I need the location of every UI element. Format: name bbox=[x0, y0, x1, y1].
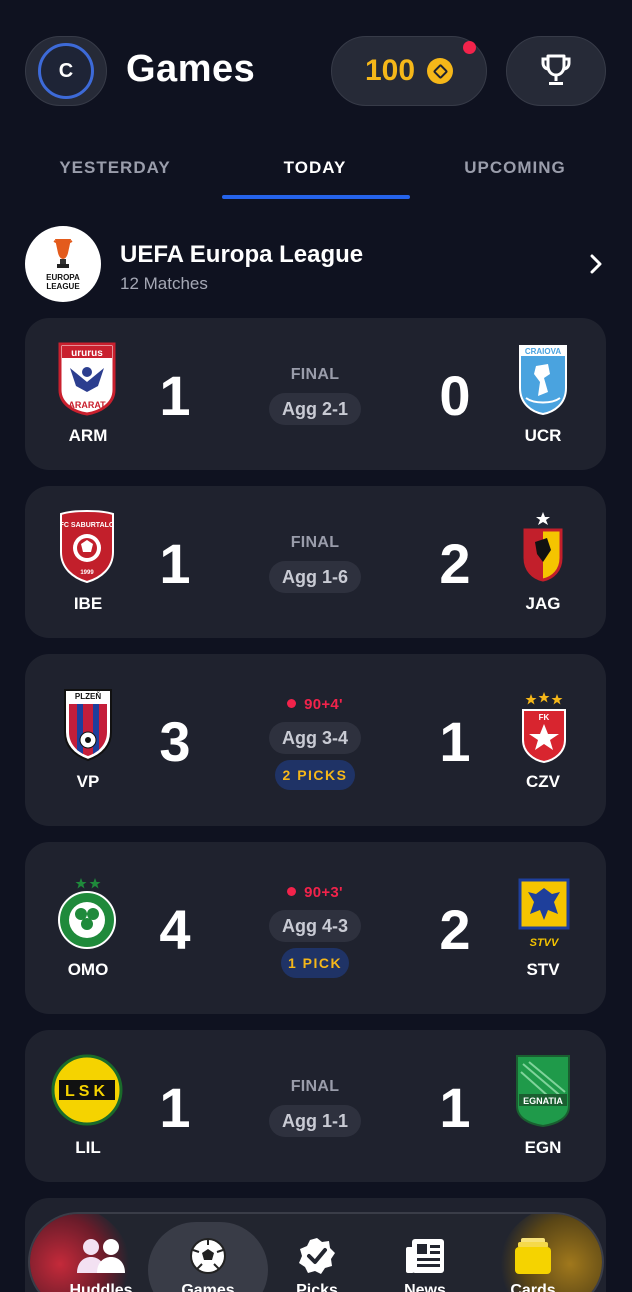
viktoria-plzen-crest-icon: PLZEŇ bbox=[64, 689, 112, 762]
away-team-abbr: JAG bbox=[525, 594, 561, 613]
home-score: 1 bbox=[159, 364, 191, 427]
aggregate-score: Agg 3-4 bbox=[269, 722, 361, 754]
ararat-crest-icon: ururus ARARAT bbox=[58, 342, 116, 416]
league-header[interactable]: EUROPA LEAGUE UEFA Europa League 12 Matc… bbox=[0, 224, 632, 306]
chevron-right-icon[interactable] bbox=[589, 254, 603, 274]
home-team-abbr: LIL bbox=[75, 1138, 101, 1157]
home-team-abbr: OMO bbox=[67, 960, 109, 979]
nav-item-huddles[interactable]: Huddles bbox=[46, 1214, 156, 1292]
tab-upcoming[interactable]: UPCOMING bbox=[420, 158, 610, 178]
match-card[interactable]: PLZEŇ VP 3 90+4' Agg 3-4 2 PICKS 1 FK CZ… bbox=[25, 654, 606, 826]
match-status: FINAL bbox=[290, 534, 340, 551]
bottom-navigation: Huddles Games Picks News Cards bbox=[28, 1212, 604, 1292]
crest-text: ururus bbox=[71, 348, 103, 359]
notification-dot bbox=[463, 41, 476, 54]
home-team-abbr: ARM bbox=[68, 426, 108, 445]
picks-badge[interactable]: 2 PICKS bbox=[275, 760, 355, 790]
match-status: FINAL bbox=[290, 1078, 340, 1095]
league-match-count: 12 Matches bbox=[120, 274, 208, 293]
aggregate-score: Agg 1-1 bbox=[269, 1105, 361, 1137]
match-card[interactable]: OMO 4 90+3' Agg 4-3 1 PICK 2 STVV STV bbox=[25, 842, 606, 1014]
europa-trophy-icon bbox=[53, 239, 73, 268]
away-team-abbr: CZV bbox=[526, 772, 560, 791]
saburtalo-crest-icon: FC SABURTALO 1999 bbox=[60, 510, 115, 584]
lillestrom-crest-icon: LSK bbox=[51, 1054, 123, 1126]
coin-icon bbox=[427, 58, 454, 84]
crest-text: ARARAT bbox=[68, 400, 106, 410]
nav-item-picks[interactable]: Picks bbox=[262, 1214, 372, 1292]
away-score: 0 bbox=[439, 364, 471, 427]
crest-text: PLZEŇ bbox=[75, 692, 101, 701]
day-tabs: YESTERDAY TODAY UPCOMING bbox=[0, 152, 632, 202]
picks-badge[interactable]: 1 PICK bbox=[281, 948, 349, 978]
nav-label: Cards bbox=[510, 1282, 556, 1292]
trophy-icon bbox=[541, 54, 571, 85]
match-card[interactable]: FC SABURTALO 1999 IBE 1 FINAL Agg 1-6 2 … bbox=[25, 486, 606, 638]
away-team-abbr: STV bbox=[526, 960, 560, 979]
avatar: C bbox=[38, 43, 94, 99]
league-logo-text: EUROPA LEAGUE bbox=[46, 273, 80, 291]
aggregate-score: Agg 4-3 bbox=[269, 910, 361, 942]
league-name: UEFA Europa League bbox=[120, 241, 364, 268]
aggregate-score: Agg 1-6 bbox=[269, 561, 361, 593]
egnatia-crest-icon: EGNATIA bbox=[516, 1055, 570, 1128]
match-status-live: 90+3' bbox=[265, 884, 365, 901]
nav-label: News bbox=[404, 1282, 446, 1292]
check-badge-icon bbox=[299, 1238, 335, 1274]
match-card[interactable]: LSK LIL 1 FINAL Agg 1-1 1 EGNATIA EGN bbox=[25, 1030, 606, 1182]
crest-text: STVV bbox=[530, 937, 560, 949]
home-team-abbr: VP bbox=[76, 772, 100, 791]
profile-button[interactable]: C bbox=[25, 36, 107, 106]
home-team-abbr: IBE bbox=[73, 594, 103, 613]
away-score: 1 bbox=[439, 710, 471, 773]
nav-label: Games bbox=[181, 1282, 235, 1292]
tab-yesterday[interactable]: YESTERDAY bbox=[20, 158, 210, 178]
active-tab-indicator bbox=[222, 195, 410, 199]
league-logo: EUROPA LEAGUE bbox=[25, 226, 101, 302]
cards-icon bbox=[515, 1238, 551, 1274]
jagiellonia-crest-icon bbox=[523, 512, 563, 582]
crest-text: FK bbox=[539, 713, 550, 722]
home-score: 3 bbox=[159, 710, 191, 773]
nav-label: Picks bbox=[296, 1282, 338, 1292]
match-status: FINAL bbox=[290, 366, 340, 383]
home-score: 1 bbox=[159, 1076, 191, 1139]
nav-item-games[interactable]: Games bbox=[148, 1222, 268, 1292]
soccer-ball-icon bbox=[190, 1238, 226, 1274]
omonia-crest-icon bbox=[58, 878, 116, 949]
stvv-crest-icon: STVV bbox=[518, 878, 570, 949]
crvena-zvezda-crest-icon: FK bbox=[522, 692, 566, 764]
match-card[interactable]: ururus ARARAT ARM 1 FINAL Agg 2-1 0 CRAI… bbox=[25, 318, 606, 470]
header: C Games 100 bbox=[0, 0, 632, 140]
coins-balance: 100 bbox=[364, 54, 416, 87]
away-team-abbr: UCR bbox=[524, 426, 562, 445]
nav-label: Huddles bbox=[69, 1282, 133, 1292]
newspaper-icon bbox=[406, 1239, 444, 1273]
svg-text:1999: 1999 bbox=[80, 570, 94, 576]
nav-item-cards[interactable]: Cards bbox=[478, 1214, 588, 1292]
match-status-live: 90+4' bbox=[265, 696, 365, 713]
live-dot bbox=[287, 887, 297, 896]
nav-item-news[interactable]: News bbox=[370, 1214, 480, 1292]
crest-text: EGNATIA bbox=[523, 1096, 563, 1106]
away-score: 2 bbox=[439, 532, 471, 595]
live-dot bbox=[287, 699, 297, 708]
crest-text: CRAIOVA bbox=[525, 347, 562, 356]
home-score: 1 bbox=[159, 532, 191, 595]
away-team-abbr: EGN bbox=[524, 1138, 562, 1157]
trophy-button[interactable] bbox=[506, 36, 606, 106]
tab-today[interactable]: TODAY bbox=[220, 158, 410, 178]
aggregate-score: Agg 2-1 bbox=[269, 393, 361, 425]
home-score: 4 bbox=[159, 898, 191, 961]
crest-text: FC SABURTALO bbox=[60, 522, 115, 529]
page-title: Games bbox=[126, 48, 256, 90]
craiova-crest-icon: CRAIOVA bbox=[519, 345, 567, 416]
people-icon bbox=[77, 1239, 125, 1273]
away-score: 2 bbox=[439, 898, 471, 961]
crest-text: LSK bbox=[65, 1083, 109, 1100]
away-score: 1 bbox=[439, 1076, 471, 1139]
